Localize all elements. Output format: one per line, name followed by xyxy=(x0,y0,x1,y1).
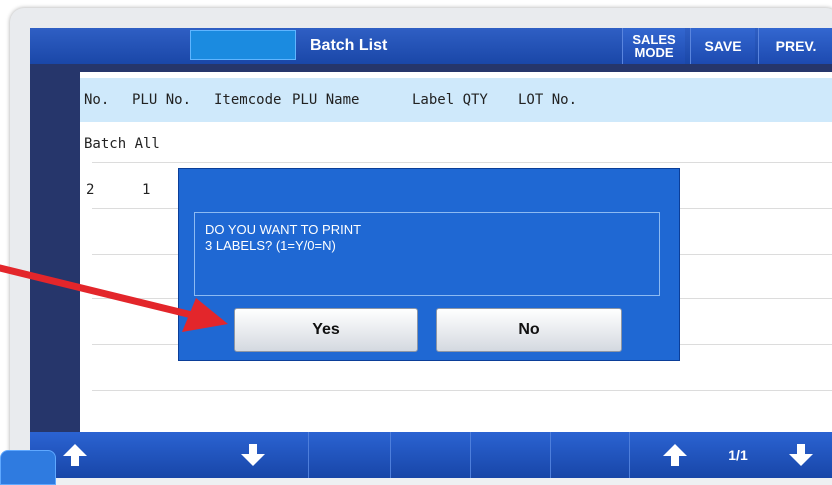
mode-indicator-box[interactable] xyxy=(190,30,296,60)
yes-button[interactable]: Yes xyxy=(234,308,418,352)
footer-strip xyxy=(56,478,832,485)
dialog-message-line-1: DO YOU WANT TO PRINT xyxy=(205,222,362,237)
sales-mode-button[interactable]: SALES MODE xyxy=(622,28,685,64)
dialog-message-line-2: 3 LABELS? (1=Y/0=N) xyxy=(205,238,336,253)
bottom-bar-segment[interactable] xyxy=(550,432,630,478)
header-label-qty: Label QTY xyxy=(412,92,488,108)
no-button[interactable]: No xyxy=(436,308,622,352)
header-no: No. xyxy=(84,92,110,108)
table-header: No. PLU No. Itemcode PLU Name Label QTY … xyxy=(80,78,832,122)
row-divider xyxy=(92,390,832,391)
up-arrow-icon[interactable] xyxy=(60,440,90,470)
header-plu-no: PLU No. xyxy=(132,92,192,108)
bottom-bar-segment[interactable] xyxy=(390,432,470,478)
sales-mode-label: SALES MODE xyxy=(632,32,676,60)
row-no[interactable]: 2 xyxy=(86,182,94,198)
row-plu-no[interactable]: 1 xyxy=(142,182,150,198)
row-divider xyxy=(92,162,832,163)
header-itemcode: Itemcode xyxy=(214,92,282,108)
header-plu-name: PLU Name xyxy=(292,92,360,108)
prev-button[interactable]: PREV. xyxy=(758,28,832,64)
bottom-bar-segment[interactable] xyxy=(470,432,550,478)
header-lot-no: LOT No. xyxy=(518,92,578,108)
corner-tab[interactable] xyxy=(0,450,56,485)
page-indicator: 1/1 xyxy=(728,447,748,463)
table-row[interactable]: Batch All xyxy=(84,136,160,152)
down-arrow-icon[interactable] xyxy=(238,440,268,470)
page-down-arrow-icon[interactable] xyxy=(786,440,816,470)
annotation-arrow-icon xyxy=(0,264,228,332)
save-button[interactable]: SAVE xyxy=(690,28,755,64)
page-up-arrow-icon[interactable] xyxy=(660,440,690,470)
bottom-bar-segment[interactable] xyxy=(308,432,390,478)
page-title: Batch List xyxy=(310,37,388,54)
